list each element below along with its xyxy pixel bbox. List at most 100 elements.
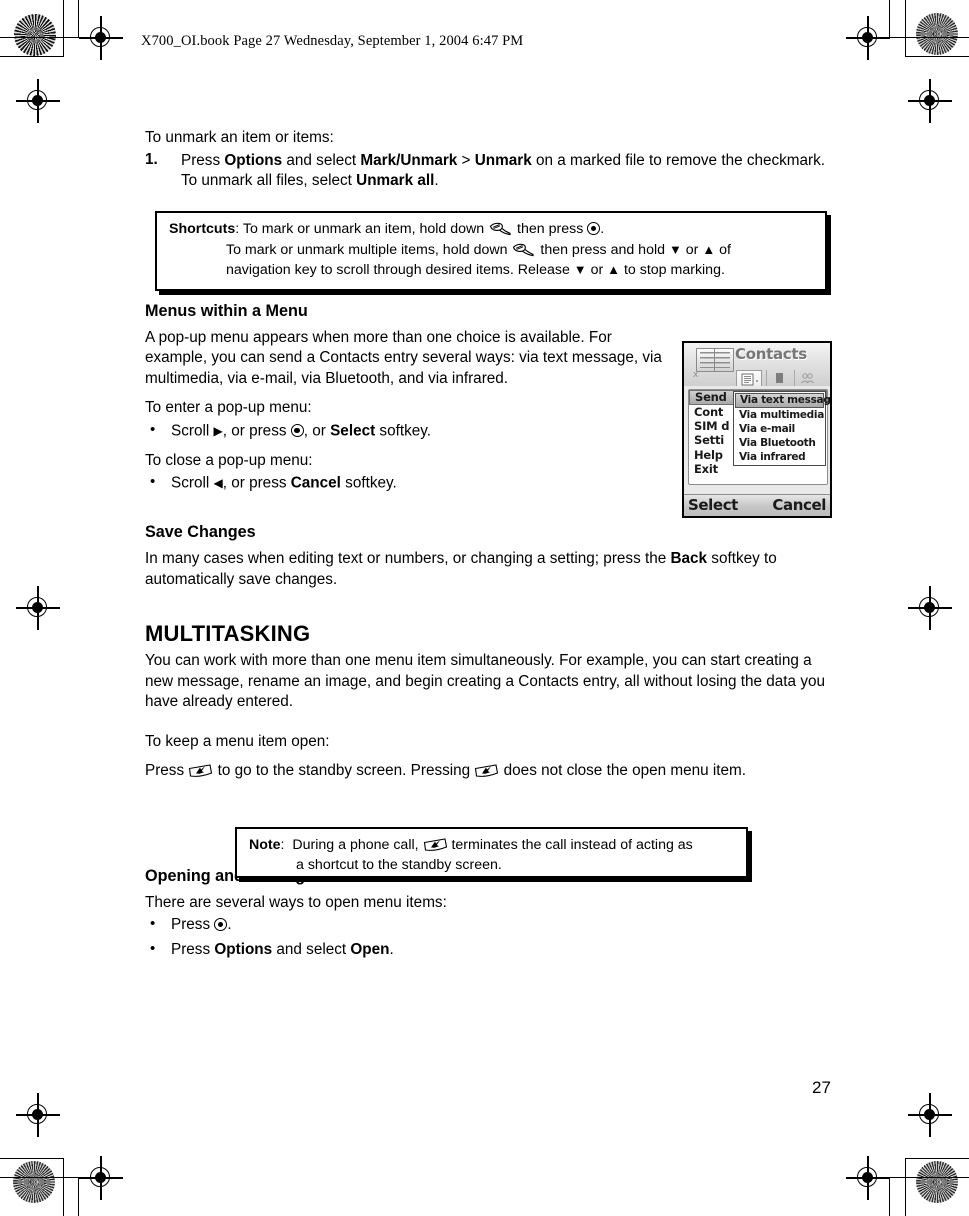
center-select-key-icon	[587, 222, 601, 235]
scroll-right-arrow-icon: ▶	[213, 423, 223, 438]
bullet-glyph: •	[150, 915, 156, 932]
trim-line-top-outer-right	[905, 56, 969, 58]
menus-paragraph: A pop-up menu appears when more than one…	[145, 328, 662, 387]
pencil-edit-key-icon	[511, 243, 536, 257]
nav-down-arrow-icon: ▼	[668, 241, 682, 257]
print-star-target-bottom-right	[916, 1161, 958, 1203]
phone-popup-item[interactable]: Via text message	[735, 393, 830, 408]
keep-text-b: to go to the standby screen. Pressing	[213, 762, 475, 779]
enter-bullet-text-d: softkey.	[375, 422, 432, 439]
shortcuts-line2-c: of	[715, 241, 731, 258]
step1-text-b: and select	[282, 151, 361, 169]
shortcuts-line-3: navigation key to scroll through desired…	[169, 260, 815, 281]
open-bullet1-text-b: .	[227, 916, 232, 933]
shortcuts-line1-b: then press	[513, 221, 588, 237]
step1-markunmark-bold: Mark/Unmark	[360, 151, 458, 169]
tab-sim-card[interactable]	[766, 370, 790, 386]
close-bullet-text-c: softkey.	[340, 474, 397, 492]
print-star-target-top-right	[916, 13, 958, 55]
bullet-glyph: •	[150, 420, 156, 438]
save-text-a: In many cases when editing text or numbe…	[145, 550, 671, 567]
shortcuts-line3-b: to stop marking.	[620, 262, 725, 278]
step1-options-bold: Options	[224, 151, 283, 169]
trim-line-left-outer	[63, 0, 65, 57]
phone-popup-item[interactable]: Via infrared	[735, 450, 824, 464]
phone-softkey-select[interactable]: Select	[688, 496, 738, 514]
shortcuts-label: Shortcuts	[169, 221, 236, 237]
open-label: Open	[350, 940, 390, 958]
phone-popup-item[interactable]: Via multimedia	[735, 408, 824, 422]
print-star-target-top-left	[14, 14, 56, 56]
phone-popup-item[interactable]: Via Bluetooth	[735, 436, 824, 450]
note-line-2: a shortcut to the standby screen.	[296, 856, 502, 873]
tab-groups[interactable]	[794, 370, 818, 386]
trim-line-bottom-inner	[0, 1177, 79, 1179]
unmark-intro-line: To unmark an item or items:	[145, 129, 334, 146]
multitasking-paragraph: You can work with more than one menu ite…	[145, 652, 825, 710]
registration-mark-lower-left	[16, 1093, 60, 1137]
end-call-key-icon	[188, 763, 213, 778]
note-line1-a: During a phone call,	[292, 837, 423, 853]
trim-line-bottom-outer	[0, 1158, 64, 1160]
phone-softkey-cancel[interactable]: Cancel	[772, 496, 826, 514]
registration-mark-upper-left	[16, 79, 60, 123]
tab-contacts-list[interactable]	[736, 370, 762, 386]
registration-mark-top-left	[79, 16, 123, 60]
keep-text-c: does not close the open menu item.	[499, 762, 747, 779]
phone-popup-menu: Via text message Via multimedia Via e-ma…	[733, 391, 830, 466]
step1-unmark-bold: Unmark	[474, 151, 532, 169]
registration-mark-mid-left	[16, 586, 60, 630]
opening-lead: There are several ways to open menu item…	[145, 893, 447, 911]
phone-popup-item[interactable]: Via e-mail	[735, 422, 824, 436]
registration-mark-upper-right	[908, 79, 952, 123]
step1-text-c: >	[457, 151, 475, 169]
trim-line-top-inner	[0, 37, 79, 39]
open-bullet2-text-c: .	[389, 940, 394, 958]
registration-mark-bottom-right	[846, 1156, 890, 1200]
end-call-key-icon	[474, 763, 499, 778]
trim-line-left-outer-bottom	[63, 1158, 65, 1216]
registration-mark-lower-right	[908, 1093, 952, 1137]
scroll-left-arrow-icon: ◀	[213, 476, 223, 490]
options-label: Options	[214, 940, 273, 958]
shortcuts-line2-or: or	[681, 241, 703, 258]
center-select-key-icon	[214, 918, 228, 931]
unmark-step-1: 1. Press Options and select Mark/Unmark …	[145, 151, 835, 192]
end-call-key-icon	[423, 837, 448, 852]
note-line-1: Note: During a phone call, terminates th…	[249, 836, 736, 856]
page-header-filename: X700_OI.book Page 27 Wednesday, Septembe…	[141, 33, 524, 49]
phone-softkey-bar: Select Cancel	[684, 494, 830, 516]
close-bullet-text-a: Scroll	[171, 474, 214, 492]
registration-mark-top-right	[846, 16, 890, 60]
shortcuts-line2-b: then press and hold	[536, 241, 669, 258]
opening-bullet-1: • Press .	[145, 915, 835, 936]
trim-line-right-outer-bottom	[905, 1158, 907, 1216]
step1-text-a: Press	[181, 151, 225, 169]
registration-mark-bottom-left	[79, 1156, 123, 1200]
trim-line-right-outer	[905, 0, 907, 57]
opening-bullet-2: • Press Options and select Open.	[145, 940, 835, 961]
shortcuts-line3-or: or	[586, 262, 608, 278]
bullet-glyph: •	[150, 473, 156, 490]
note-colon: :	[280, 837, 285, 853]
phone-screen-title: Contacts	[735, 345, 807, 363]
nav-up-arrow-icon: ▲	[607, 262, 621, 277]
phone-screenshot-figure: Contacts x Send Cont SIM d Setti Help Ex…	[682, 341, 832, 518]
trim-line-bottom-inner-right	[890, 1177, 969, 1179]
shortcuts-line-1: Shortcuts: To mark or unmark an item, ho…	[169, 220, 815, 240]
heading-multitasking: MULTITASKING	[145, 621, 311, 646]
center-select-key-icon	[290, 424, 304, 437]
note-line1-b: terminates the call instead of acting as	[447, 837, 693, 853]
step-number: 1.	[145, 150, 158, 168]
note-callout-box: Note: During a phone call, terminates th…	[235, 827, 748, 878]
heading-save-changes: Save Changes	[145, 523, 256, 541]
page-number: 27	[812, 1078, 831, 1097]
shortcuts-line3-a: navigation key to scroll through desired…	[226, 262, 574, 278]
keep-menu-open-paragraph: Press to go to the standby screen. Press…	[145, 761, 835, 782]
trim-line-top-inner-right	[890, 37, 969, 39]
nav-up-arrow-icon: ▲	[702, 241, 716, 257]
open-bullet2-text-a: Press	[171, 940, 215, 958]
print-star-target-bottom-left	[13, 1161, 55, 1203]
save-changes-paragraph: In many cases when editing text or numbe…	[145, 549, 835, 590]
